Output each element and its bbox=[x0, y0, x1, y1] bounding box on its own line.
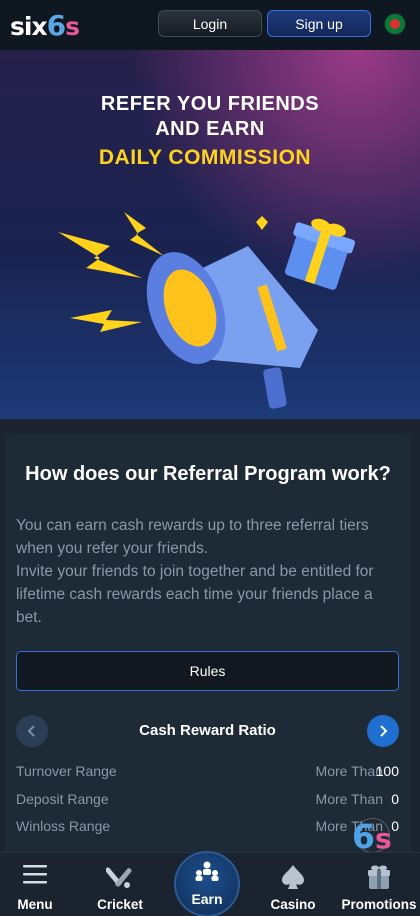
chevron-right-icon bbox=[380, 725, 388, 737]
lightning-icon bbox=[58, 232, 142, 278]
next-tier-button[interactable] bbox=[367, 715, 399, 747]
nav-label: Promotions bbox=[341, 897, 417, 912]
more-than-label: More Than bbox=[315, 763, 383, 779]
bangladesh-flag-icon[interactable] bbox=[384, 13, 406, 35]
rules-button[interactable]: Rules bbox=[16, 651, 399, 691]
watermark-digit: 6 bbox=[352, 817, 375, 856]
referral-title: How does our Referral Program work? bbox=[25, 463, 391, 485]
floating-six6s-logo[interactable]: 6s bbox=[352, 817, 392, 856]
lightning-icon bbox=[70, 310, 142, 332]
lightning-icon bbox=[124, 212, 164, 256]
referral-description: You can earn cash rewards up to three re… bbox=[16, 517, 374, 626]
top-header: six6s Login Sign up bbox=[0, 0, 420, 50]
banner-headline-line2: AND EARN bbox=[155, 118, 265, 140]
banner-headline-highlight: DAILY COMMISSION bbox=[98, 146, 312, 169]
sparkle-icon bbox=[256, 216, 268, 230]
more-than-label: More Than bbox=[315, 791, 383, 807]
signup-button[interactable]: Sign up bbox=[267, 10, 371, 37]
casino-icon bbox=[282, 865, 304, 889]
bottom-navigation: Menu Cricket Earn Casino Promotions bbox=[0, 851, 420, 916]
nav-label: Earn bbox=[191, 891, 223, 907]
range-value: 100 bbox=[375, 763, 399, 779]
nav-label: Cricket bbox=[97, 897, 143, 912]
nav-item-menu[interactable]: Menu bbox=[0, 853, 77, 916]
logo-digit: 6 bbox=[46, 9, 67, 42]
nav-label: Casino bbox=[270, 897, 316, 912]
referral-banner: REFER YOU FRIENDS AND EARN DAILY COMMISS… bbox=[0, 50, 420, 419]
range-label: Deposit Range bbox=[16, 791, 109, 807]
logo-text: six bbox=[10, 12, 48, 41]
range-value: 0 bbox=[391, 818, 399, 834]
nav-label: Menu bbox=[17, 897, 53, 912]
banner-headline-line1: REFER YOU FRIENDS bbox=[100, 93, 320, 115]
gift-icon bbox=[368, 865, 390, 889]
range-value: 0 bbox=[391, 791, 399, 807]
nav-item-promotions[interactable]: Promotions bbox=[337, 853, 420, 916]
six6s-logo[interactable]: six6s bbox=[10, 9, 80, 42]
nav-item-earn[interactable]: Earn bbox=[174, 851, 240, 916]
winloss-range-row: Winloss Range More Than 0 bbox=[16, 818, 399, 838]
range-label: Turnover Range bbox=[16, 763, 117, 779]
megaphone-handle bbox=[263, 367, 287, 409]
nav-item-casino[interactable]: Casino bbox=[251, 853, 335, 916]
gift-box-icon bbox=[284, 218, 356, 290]
cash-reward-ratio-title: Cash Reward Ratio bbox=[139, 722, 276, 739]
deposit-range-row: Deposit Range More Than 0 bbox=[16, 791, 399, 811]
nav-item-cricket[interactable]: Cricket bbox=[78, 853, 162, 916]
cricket-icon bbox=[106, 867, 132, 888]
range-label: Winloss Range bbox=[16, 818, 111, 834]
cash-reward-ratio-header: Cash Reward Ratio bbox=[16, 715, 399, 747]
turnover-range-row: Turnover Range More Than 100 bbox=[16, 763, 399, 783]
menu-icon bbox=[23, 865, 47, 884]
referral-program-card: How does our Referral Program work? You … bbox=[5, 434, 411, 874]
earn-icon bbox=[195, 861, 219, 881]
watermark-letter: s bbox=[374, 822, 392, 855]
logo-letter: s bbox=[65, 12, 80, 41]
login-button[interactable]: Login bbox=[158, 10, 262, 37]
